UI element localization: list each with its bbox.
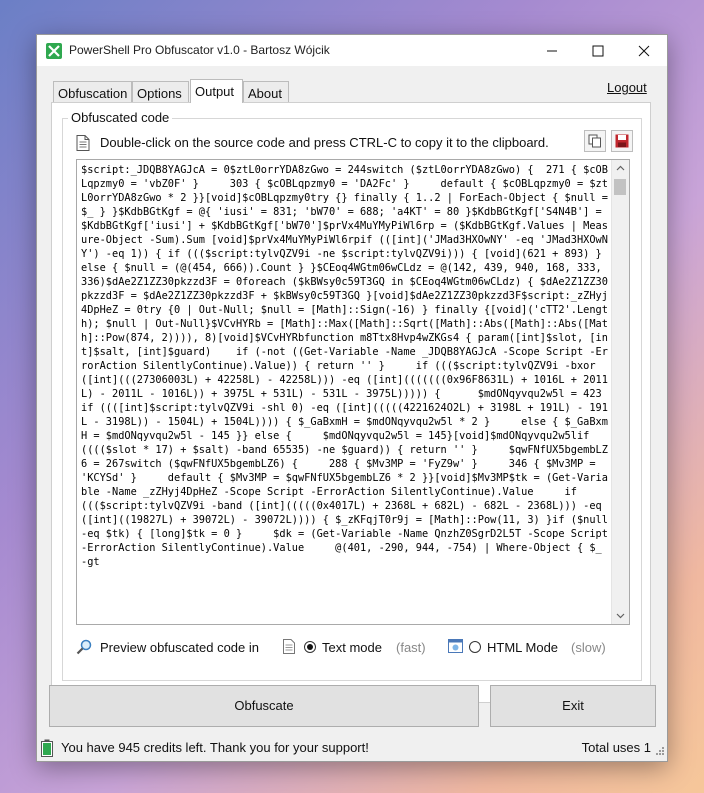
tab-about[interactable]: About <box>243 81 289 102</box>
obfuscator-app-icon <box>46 43 62 59</box>
credits-status: You have 945 credits left. Thank you for… <box>61 740 369 755</box>
save-button[interactable] <box>611 130 633 152</box>
html-mode-label[interactable]: HTML Mode <box>487 640 558 655</box>
preview-options: Preview obfuscated code in Text mode (fa… <box>76 637 636 657</box>
output-panel: Obfuscated code Double-click on the sour… <box>51 102 651 703</box>
app-window: PowerShell Pro Obfuscator v1.0 - Bartosz… <box>36 34 668 762</box>
group-label: Obfuscated code <box>68 110 173 125</box>
total-uses: Total uses 1 <box>581 740 651 755</box>
battery-icon <box>41 739 53 760</box>
preview-label: Preview obfuscated code in <box>100 640 259 655</box>
status-bar: You have 945 credits left. Thank you for… <box>37 735 667 761</box>
text-mode-note: (fast) <box>396 640 426 655</box>
tab-obfuscation[interactable]: Obfuscation <box>53 81 132 102</box>
copy-hint: Double-click on the source code and pres… <box>100 135 549 150</box>
text-mode-radio[interactable] <box>304 641 316 653</box>
text-mode-label[interactable]: Text mode <box>322 640 382 655</box>
text-file-icon <box>283 639 295 657</box>
resize-grip-icon[interactable] <box>655 744 665 759</box>
browser-icon <box>448 639 463 656</box>
obfuscate-button[interactable]: Obfuscate <box>49 685 479 727</box>
code-view[interactable]: $script:_JDQB8YAGJcA = 0$ztL0orrYDA8zGwo… <box>76 159 630 625</box>
window-title: PowerShell Pro Obfuscator v1.0 - Bartosz… <box>69 43 330 57</box>
close-button[interactable] <box>621 35 667 66</box>
obfuscated-code-text[interactable]: $script:_JDQB8YAGJcA = 0$ztL0orrYDA8zGwo… <box>81 163 609 621</box>
logout-link[interactable]: Logout <box>607 80 647 95</box>
code-scrollbar[interactable] <box>611 160 629 624</box>
tab-output[interactable]: Output <box>190 79 243 103</box>
scroll-down-button[interactable] <box>612 607 629 624</box>
document-icon <box>76 135 90 156</box>
minimize-button[interactable] <box>529 35 575 66</box>
copy-button[interactable] <box>584 130 606 152</box>
scroll-up-button[interactable] <box>612 160 629 177</box>
scroll-thumb[interactable] <box>614 179 626 195</box>
maximize-button[interactable] <box>575 35 621 66</box>
title-bar[interactable]: PowerShell Pro Obfuscator v1.0 - Bartosz… <box>37 35 667 66</box>
html-mode-note: (slow) <box>571 640 606 655</box>
html-mode-radio[interactable] <box>469 641 481 653</box>
exit-button[interactable]: Exit <box>490 685 656 727</box>
tab-options[interactable]: Options <box>132 81 189 102</box>
magnifier-icon <box>76 639 92 658</box>
